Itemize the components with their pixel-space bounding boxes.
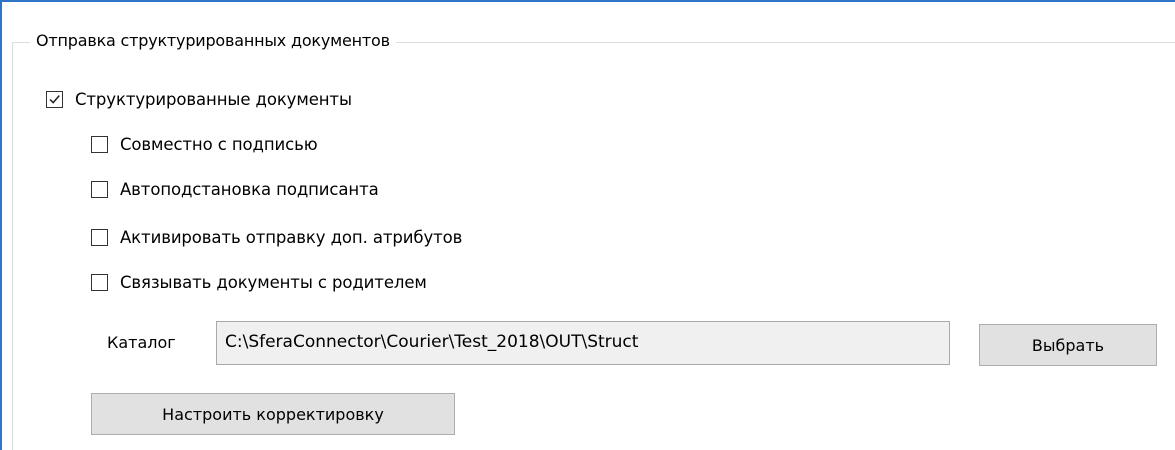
link-parent-label: Связывать документы с родителем (120, 272, 427, 292)
extra-attributes-checkbox-row[interactable]: Активировать отправку доп. атрибутов (91, 224, 462, 250)
extra-attributes-label: Активировать отправку доп. атрибутов (120, 227, 463, 247)
groupbox-title: Отправка структурированных документов (30, 30, 396, 52)
structured-docs-checkbox-row[interactable]: Структурированные документы (46, 86, 352, 112)
link-parent-checkbox[interactable] (91, 273, 108, 291)
checkmark-icon (49, 94, 60, 104)
with-signature-checkbox[interactable] (91, 135, 108, 153)
catalog-path-field[interactable] (216, 321, 950, 365)
auto-signer-label: Автоподстановка подписанта (120, 179, 379, 199)
structured-docs-checkbox[interactable] (46, 90, 63, 108)
catalog-label: Каталог (107, 333, 176, 352)
browse-button[interactable]: Выбрать (979, 324, 1157, 366)
auto-signer-checkbox[interactable] (91, 180, 108, 198)
link-parent-checkbox-row[interactable]: Связывать документы с родителем (91, 269, 427, 295)
auto-signer-checkbox-row[interactable]: Автоподстановка подписанта (91, 176, 379, 202)
with-signature-checkbox-row[interactable]: Совместно с подписью (91, 131, 318, 157)
structured-docs-label: Структурированные документы (75, 89, 352, 109)
configure-adjustment-button[interactable]: Настроить корректировку (91, 393, 455, 435)
with-signature-label: Совместно с подписью (120, 134, 318, 154)
extra-attributes-checkbox[interactable] (91, 228, 108, 246)
settings-panel: Отправка структурированных документов Ст… (0, 0, 1175, 450)
